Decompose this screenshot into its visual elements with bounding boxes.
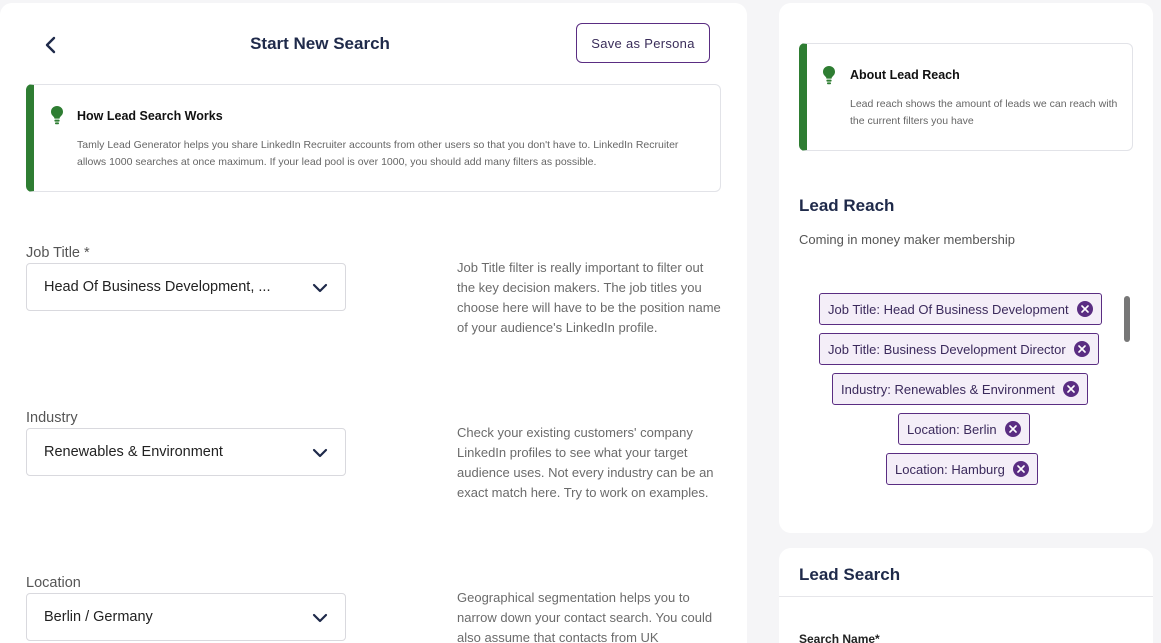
- location-select[interactable]: Berlin / Germany: [26, 593, 346, 641]
- filter-chip: Job Title: Head Of Business Development: [819, 293, 1102, 325]
- lead-reach-panel: About Lead Reach Lead reach shows the am…: [779, 3, 1153, 533]
- job-title-label: Job Title *: [26, 245, 90, 261]
- chevron-down-icon: [312, 448, 328, 458]
- remove-chip-button[interactable]: [1062, 381, 1079, 397]
- remove-chip-button[interactable]: [1076, 301, 1093, 317]
- job-title-help: Job Title filter is really important to …: [457, 260, 721, 335]
- chip-label: Job Title: Head Of Business Development: [828, 301, 1069, 317]
- close-icon: [1067, 385, 1075, 393]
- location-help: Geographical segmentation helps you to n…: [457, 590, 713, 643]
- chevron-down-icon: [312, 283, 328, 293]
- filter-chip: Industry: Renewables & Environment: [832, 373, 1088, 405]
- close-icon: [1008, 425, 1017, 433]
- lead-search-panel: Lead Search Search Name*: [779, 548, 1153, 643]
- job-title-value: Head Of Business Development, ...: [44, 279, 271, 295]
- location-label: Location: [26, 575, 81, 591]
- lead-search-title: Lead Search: [799, 565, 901, 584]
- lead-reach-subtitle: Coming in money maker membership: [799, 232, 1016, 247]
- card-text: Lead reach shows the amount of leads we …: [850, 98, 1118, 127]
- filter-chip: Location: Berlin: [898, 413, 1030, 445]
- industry-value: Renewables & Environment: [44, 444, 223, 460]
- save-as-persona-button[interactable]: Save as Persona: [576, 23, 710, 63]
- lead-reach-title: Lead Reach: [799, 196, 895, 215]
- close-icon: [1080, 305, 1089, 313]
- divider: [779, 596, 1153, 597]
- filter-chip: Job Title: Business Development Director: [819, 333, 1099, 365]
- location-value: Berlin / Germany: [44, 609, 153, 625]
- chip-label: Industry: Renewables & Environment: [841, 381, 1055, 397]
- filter-chip: Location: Hamburg: [886, 453, 1038, 485]
- chip-label: Job Title: Business Development Director: [828, 341, 1066, 357]
- search-form-panel: Start New Search Save as Persona How Lea…: [0, 3, 747, 643]
- industry-select[interactable]: Renewables & Environment: [26, 428, 346, 476]
- chevron-down-icon: [312, 613, 328, 623]
- industry-label: Industry: [26, 410, 78, 426]
- remove-chip-button[interactable]: [1012, 461, 1029, 477]
- close-icon: [1077, 345, 1086, 353]
- job-title-select[interactable]: Head Of Business Development, ...: [26, 263, 346, 311]
- how-lead-search-works-card: How Lead Search Works Tamly Lead Generat…: [26, 84, 721, 192]
- lightbulb-icon: [51, 106, 63, 125]
- about-lead-reach-card: About Lead Reach Lead reach shows the am…: [799, 43, 1133, 151]
- chip-label: Location: Berlin: [907, 421, 997, 437]
- remove-chip-button[interactable]: [1073, 341, 1090, 357]
- lightbulb-icon: [823, 66, 835, 85]
- close-icon: [1017, 465, 1025, 473]
- search-name-label: Search Name*: [799, 632, 880, 643]
- card-title: About Lead Reach: [850, 68, 960, 82]
- page-title: Start New Search: [250, 34, 390, 53]
- remove-chip-button[interactable]: [1004, 421, 1021, 437]
- chips-scrollbar[interactable]: [1124, 296, 1130, 342]
- chip-label: Location: Hamburg: [895, 461, 1005, 477]
- card-title: How Lead Search Works: [77, 109, 223, 123]
- card-text: Tamly Lead Generator helps you share Lin…: [77, 139, 679, 168]
- industry-help: Check your existing customers' company L…: [457, 425, 714, 500]
